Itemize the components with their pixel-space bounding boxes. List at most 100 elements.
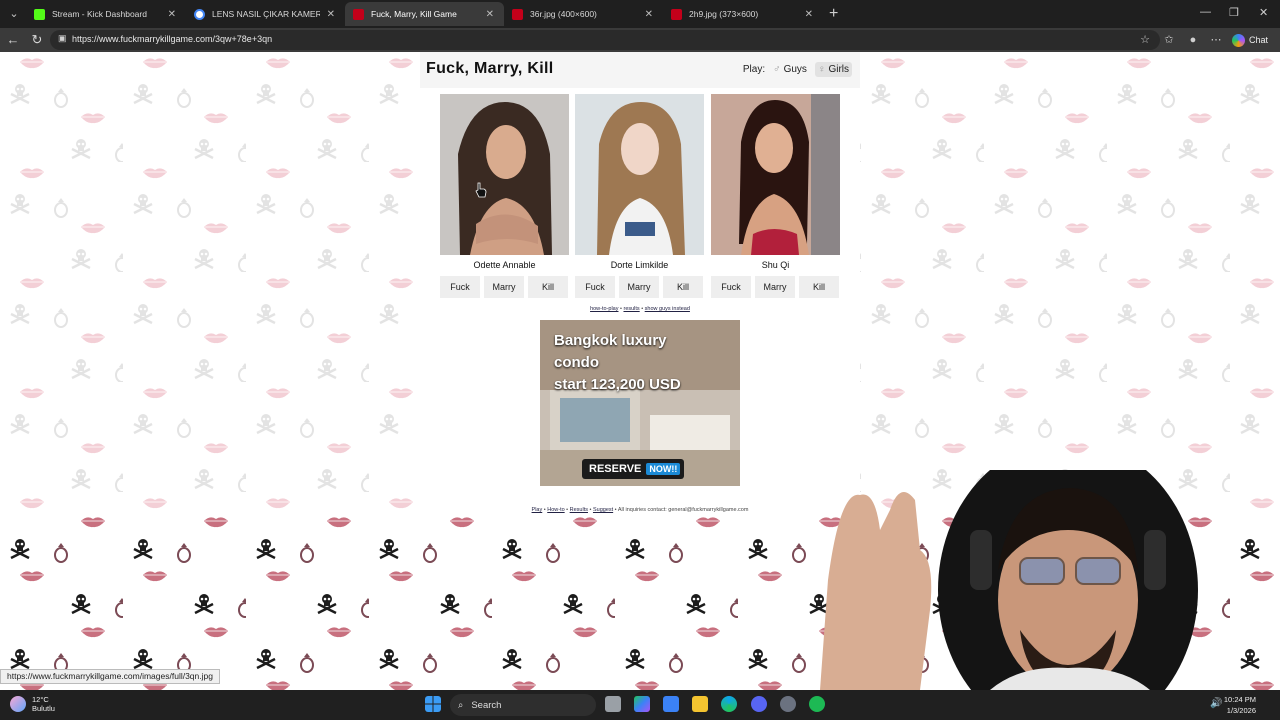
tab-overview-chevron-icon[interactable]: ⌄: [4, 4, 24, 24]
male-symbol-icon: ♂: [773, 64, 781, 75]
taskbar-clock[interactable]: 10:24 PM 1/3/2026: [1224, 694, 1256, 716]
site-title[interactable]: Fuck, Marry, Kill: [426, 60, 554, 78]
weather-widget[interactable]: 12°C Bulutlu: [10, 695, 55, 713]
close-icon[interactable]: ✕: [168, 9, 176, 20]
copilot-app-icon[interactable]: [634, 696, 650, 712]
address-bar[interactable]: ▣ https://www.fuckmarrykillgame.com/3qw+…: [50, 30, 1160, 50]
play-girls-label: Girls: [828, 64, 849, 75]
footer-play-link[interactable]: Play: [532, 507, 543, 513]
candidate-name: Shu Qi: [761, 260, 790, 270]
tab-image-36r[interactable]: 36r.jpg (400×600) ✕: [504, 2, 663, 26]
advertisement[interactable]: Bangkok luxury condo start 123,200 USD R…: [540, 320, 740, 486]
weather-icon: [10, 696, 26, 712]
tab-title: Fuck, Marry, Kill Game: [371, 9, 457, 19]
site-info-icon[interactable]: ▣: [58, 33, 68, 46]
candidate-photo[interactable]: [440, 94, 569, 255]
ad-headline-line: Bangkok luxury: [554, 332, 667, 349]
edge-browser-icon[interactable]: [721, 696, 737, 712]
close-window-icon[interactable]: ✕: [1259, 6, 1268, 19]
now-badge: NOW!!: [646, 463, 681, 475]
main-column: Fuck, Marry, Kill Play: ♂ Guys ♀ Girls O…: [420, 52, 860, 517]
fmk-favicon-icon: [512, 8, 523, 20]
kill-button[interactable]: Kill: [663, 276, 703, 298]
back-arrow-icon[interactable]: ←: [5, 32, 21, 48]
app-icon[interactable]: [780, 696, 796, 712]
reserve-label: RESERVE: [589, 463, 642, 475]
google-favicon-icon: [194, 8, 205, 20]
footer-how-to-link[interactable]: How-to: [547, 507, 564, 513]
site-footer: Play • How-to • Results • Suggest • All …: [531, 507, 749, 513]
volume-icon[interactable]: 🔊: [1210, 698, 1224, 712]
play-mode-selector: Play: ♂ Guys ♀ Girls: [743, 62, 852, 77]
footer-suggest-link[interactable]: Suggest: [593, 507, 613, 513]
spotify-icon[interactable]: [809, 696, 825, 712]
results-link[interactable]: results: [623, 306, 639, 312]
status-url-tooltip: https://www.fuckmarrykillgame.com/images…: [0, 669, 220, 684]
url-text[interactable]: https://www.fuckmarrykillgame.com/3qw+78…: [72, 34, 272, 44]
female-symbol-icon: ♀: [817, 64, 826, 75]
tab-title: 2h9.jpg (373×600): [689, 9, 759, 19]
tab-fmk-game[interactable]: Fuck, Marry, Kill Game ✕: [345, 2, 504, 26]
marry-button[interactable]: Marry: [755, 276, 795, 298]
candidate-photo[interactable]: [575, 94, 704, 255]
kill-button[interactable]: Kill: [528, 276, 568, 298]
play-guys-label: Guys: [783, 64, 807, 75]
copilot-chat-button[interactable]: Chat: [1232, 31, 1276, 49]
fuck-button[interactable]: Fuck: [575, 276, 615, 298]
close-icon[interactable]: ✕: [645, 9, 653, 20]
tab-title: 36r.jpg (400×600): [530, 9, 597, 19]
play-guys-option[interactable]: ♂ Guys: [770, 62, 810, 77]
windows-start-icon[interactable]: [425, 696, 441, 712]
task-view-icon[interactable]: [605, 696, 621, 712]
marry-button[interactable]: Marry: [484, 276, 524, 298]
kick-favicon-icon: [34, 8, 45, 20]
webcam-overlay: [820, 470, 1280, 690]
candidate-name: Dorte Limkilde: [610, 260, 669, 270]
reload-icon[interactable]: ↻: [29, 32, 45, 48]
store-icon[interactable]: [663, 696, 679, 712]
kill-button[interactable]: Kill: [799, 276, 839, 298]
tab-kick-dashboard[interactable]: Stream - Kick Dashboard ✕: [26, 2, 186, 26]
more-menu-icon[interactable]: ⋯: [1208, 32, 1224, 48]
candidate-name: Odette Annable: [473, 260, 536, 270]
candidate-photo[interactable]: [711, 94, 840, 255]
tab-google-search[interactable]: LENS NASIL ÇIKAR KAMERA - Goo ✕: [186, 2, 345, 26]
temperature: 12°C: [32, 695, 49, 704]
fmk-favicon-icon: [353, 8, 364, 20]
search-icon: ⌕: [458, 699, 464, 711]
play-girls-option[interactable]: ♀ Girls: [814, 62, 852, 77]
restore-icon[interactable]: ❐: [1229, 6, 1239, 19]
fuck-button[interactable]: Fuck: [440, 276, 480, 298]
file-explorer-icon[interactable]: [692, 696, 708, 712]
discord-icon[interactable]: [751, 696, 767, 712]
profile-avatar-icon[interactable]: ●: [1185, 32, 1201, 48]
tab-title: Stream - Kick Dashboard: [52, 9, 147, 19]
close-icon[interactable]: ✕: [327, 9, 335, 20]
footer-results-link[interactable]: Results: [570, 507, 588, 513]
favorites-icon[interactable]: ✩: [1161, 32, 1177, 48]
favorite-star-icon[interactable]: ☆: [1137, 32, 1153, 48]
close-icon[interactable]: ✕: [805, 9, 813, 20]
site-header: Fuck, Marry, Kill Play: ♂ Guys ♀ Girls: [420, 52, 860, 88]
marry-button[interactable]: Marry: [619, 276, 659, 298]
how-to-play-link[interactable]: how-to-play: [590, 306, 618, 312]
close-icon[interactable]: ✕: [486, 9, 494, 20]
fuck-button[interactable]: Fuck: [711, 276, 751, 298]
search-placeholder: Search: [471, 699, 502, 711]
time: 10:24 PM: [1223, 695, 1256, 704]
mouse-cursor-icon: [475, 182, 487, 198]
tab-image-2h9[interactable]: 2h9.jpg (373×600) ✕: [663, 2, 823, 26]
copilot-icon: [1232, 33, 1245, 47]
new-tab-button[interactable]: +: [829, 4, 838, 24]
show-guys-link[interactable]: show guys instead: [645, 306, 690, 312]
help-links: how-to-play • results • show guys instea…: [420, 306, 860, 312]
footer-contact: • All inquiries contact: general@fuckmar…: [613, 507, 749, 513]
reserve-now-button[interactable]: RESERVE NOW!!: [582, 459, 685, 479]
minimize-icon[interactable]: —: [1200, 6, 1211, 18]
play-label: Play:: [742, 64, 766, 75]
ad-headline-line: condo: [554, 354, 599, 371]
fmk-favicon-icon: [671, 8, 682, 20]
taskbar-search[interactable]: ⌕ Search: [450, 694, 596, 716]
date: 1/3/2026: [1226, 706, 1256, 715]
address-toolbar: ← ↻ ▣ https://www.fuckmarrykillgame.com/…: [0, 28, 1280, 52]
